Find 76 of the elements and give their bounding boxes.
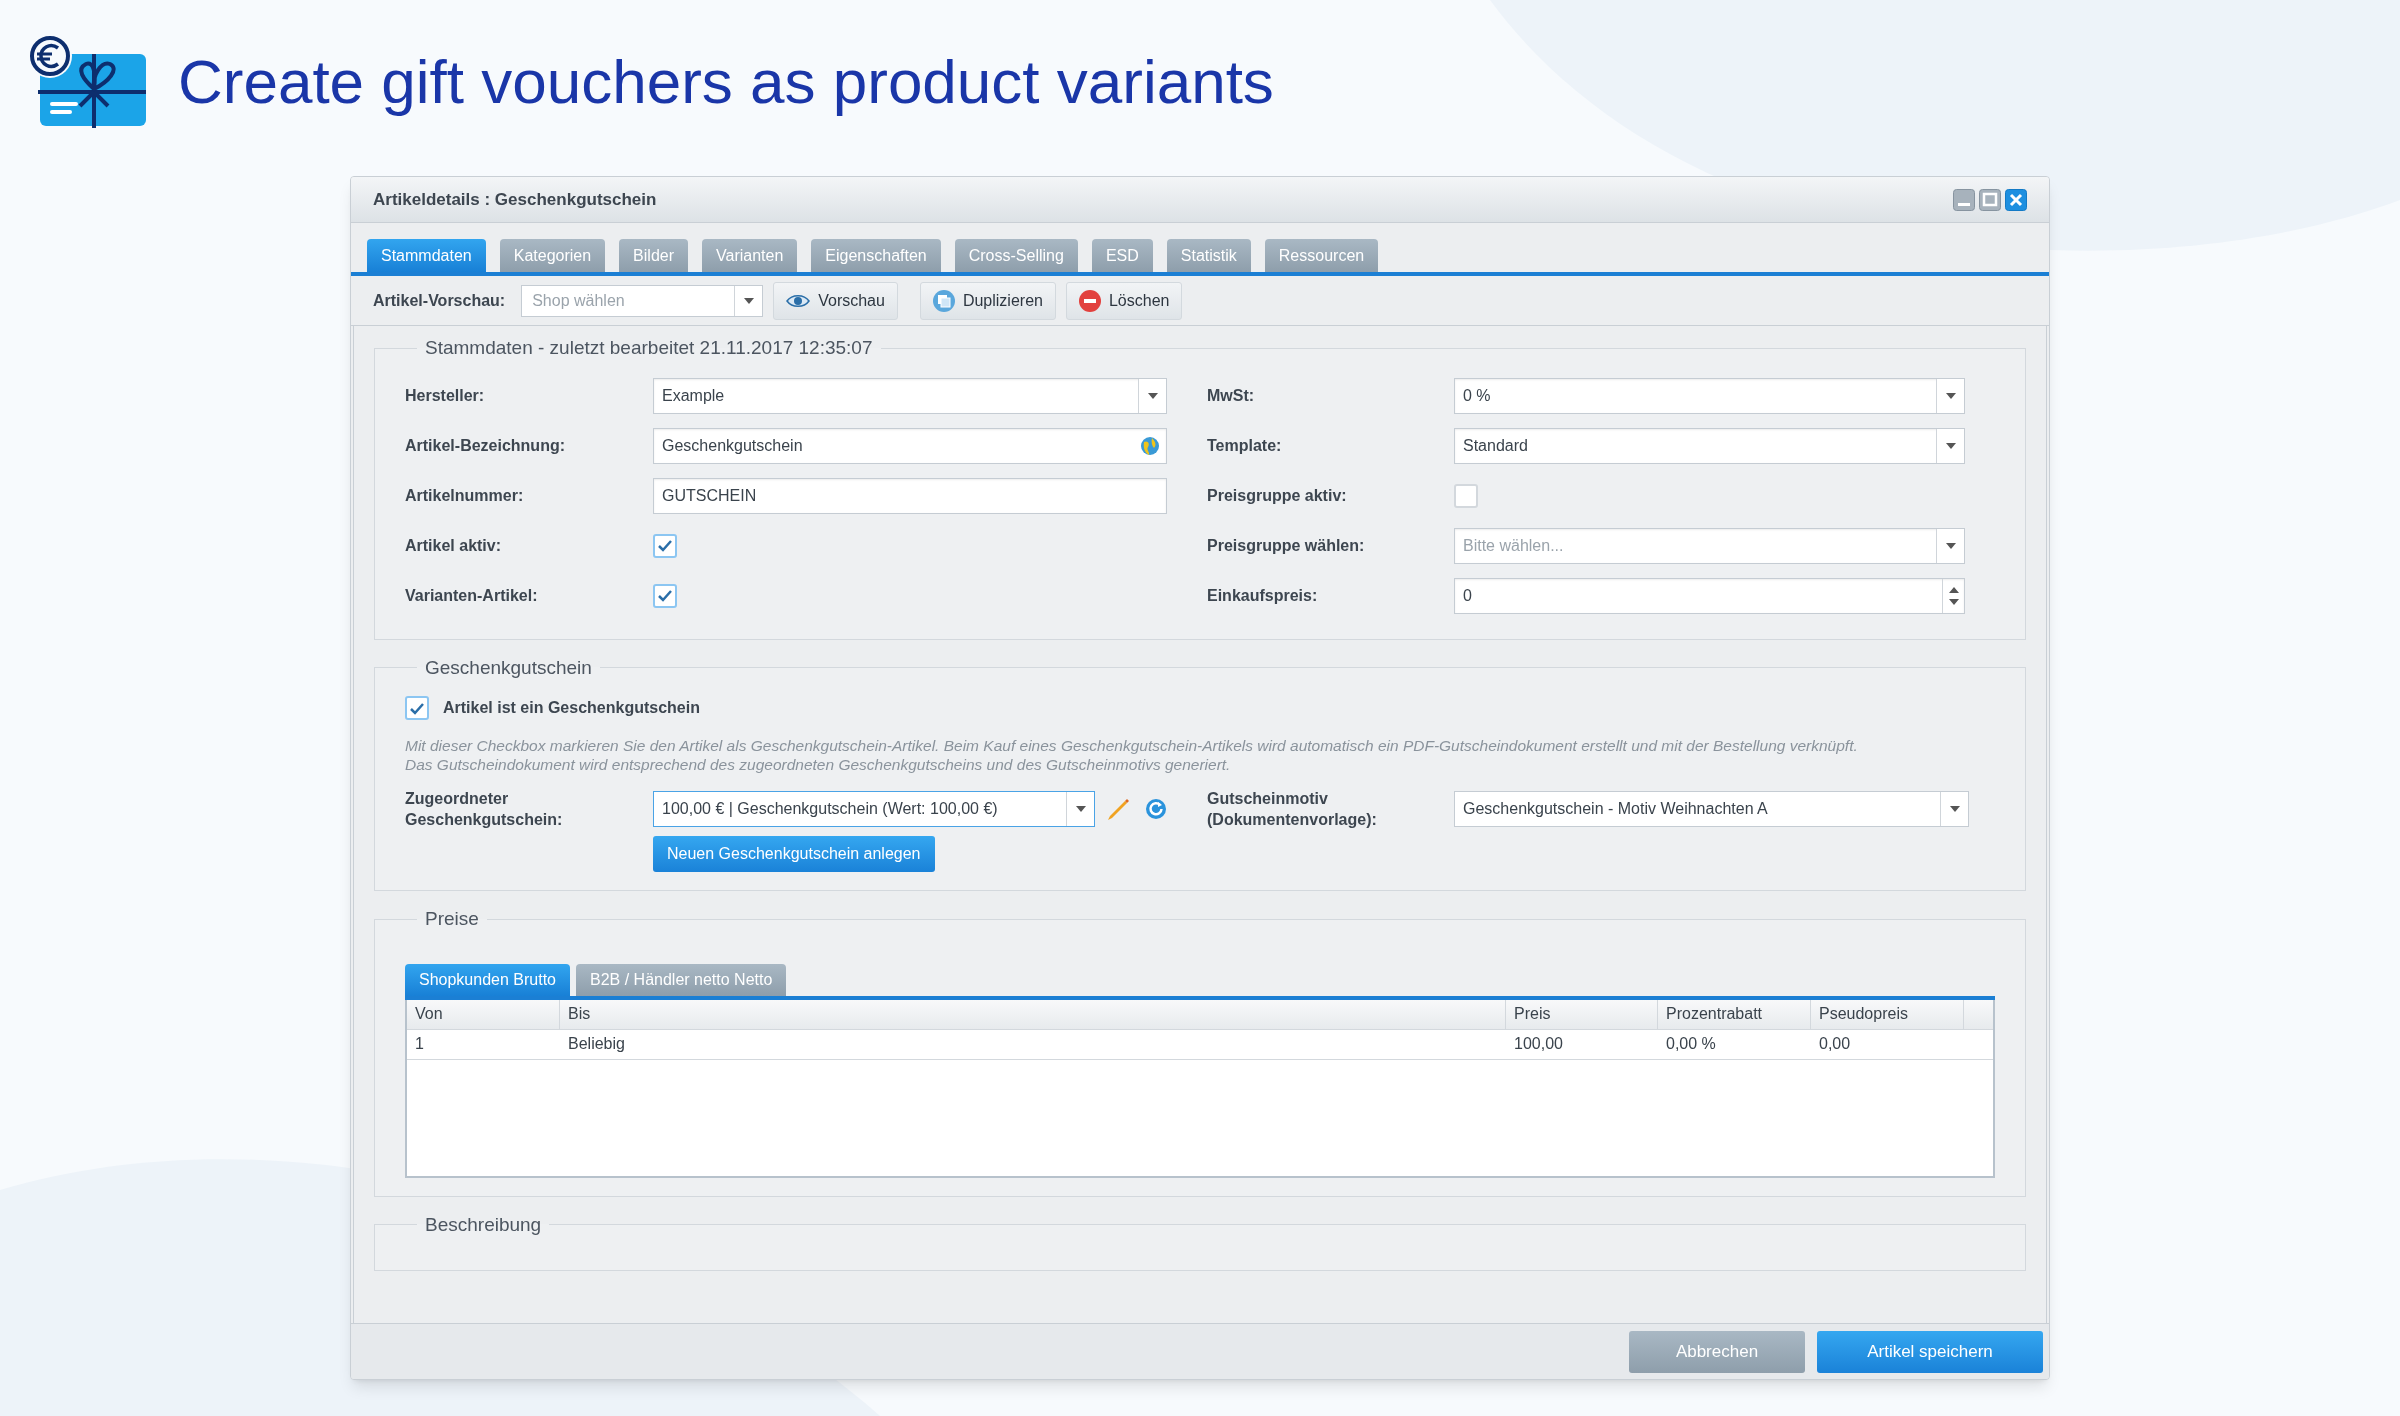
checkbox-label: Artikel ist ein Geschenkgutschein — [443, 698, 700, 718]
check-icon — [658, 589, 672, 602]
minus-icon — [1078, 289, 1101, 312]
field-value: 100,00 € | Geschenkgutschein (Wert: 100,00 €) — [661, 799, 999, 819]
checkbox[interactable] — [1454, 483, 1478, 508]
globe-icon — [1140, 435, 1160, 456]
column-header[interactable]: Pseudopreis — [1811, 999, 1964, 1029]
field-label: Artikel aktiv: — [405, 536, 503, 556]
checkbox[interactable] — [653, 583, 677, 608]
field-label: MwSt: — [1207, 386, 1256, 406]
input-field[interactable]: 0 — [1454, 577, 1965, 614]
field-value: 0 — [1462, 585, 1473, 606]
table-cell-text: 100,00 — [1513, 1034, 1564, 1054]
section-title: Beschreibung — [424, 1212, 543, 1237]
table-cell-text: 0,00 % — [1665, 1034, 1717, 1054]
field-label: Zugeordneter Geschenkgutschein: — [405, 789, 564, 830]
maximize-icon — [1979, 188, 2001, 211]
field-label: Artikelnummer: — [405, 486, 525, 506]
field-label: Varianten-Artikel: — [405, 586, 539, 606]
field-label: Template: — [1207, 436, 1283, 456]
field-label: Artikel-Bezeichnung: — [405, 436, 566, 456]
dropdown-arrow-icon — [1949, 806, 1960, 812]
field-value: Geschenkgutschein — [661, 435, 804, 456]
input-field[interactable]: Geschenkgutschein — [653, 427, 1167, 464]
minimize-icon — [1953, 188, 1975, 211]
select-field[interactable]: Example — [653, 377, 1167, 414]
dropdown-arrow-icon — [1945, 442, 1956, 449]
section-title: Geschenkgutschein — [424, 655, 593, 680]
column-header[interactable]: Von — [407, 999, 560, 1029]
dropdown-arrow-icon — [1147, 392, 1158, 399]
field-label: Hersteller: — [405, 386, 486, 406]
spinner-icon — [1948, 586, 1959, 605]
check-icon — [410, 701, 424, 715]
table-cell-text: 1 — [414, 1034, 425, 1054]
field-value: Geschenkgutschein - Motiv Weihnachten A — [1462, 799, 1769, 819]
column-header[interactable]: Bis — [560, 999, 1506, 1029]
dropdown-arrow-icon — [1075, 806, 1086, 812]
dropdown-arrow-icon — [1945, 542, 1956, 549]
input-field[interactable]: GUTSCHEIN — [653, 477, 1167, 514]
help-text: Mit dieser Checkbox markieren Sie den Artikel als Geschenkgutschein-Artikel. Beim Kauf eines Geschenkgutschein-Artikels wird automatisch ein PDF-Gutscheindokument erstellt und mit der Bestellung verknüpft. Das Gutscheindokument wird entsprechend des zugeordneten Geschenkgutscheins und des Gutscheinmotivs generiert. — [405, 736, 1859, 774]
toolbar-button[interactable]: Löschen — [1065, 281, 1183, 320]
select-field[interactable]: Standard — [1454, 427, 1965, 464]
check-icon — [658, 539, 672, 552]
select-field[interactable]: Geschenkgutschein - Motiv Weihnachten A — [1454, 791, 1969, 827]
table-cell-text: 0,00 — [1818, 1034, 1852, 1054]
checkbox[interactable] — [653, 533, 677, 558]
field-value: Example — [661, 385, 726, 406]
field-value: Standard — [1462, 435, 1529, 456]
window-title: Artikeldetails : Geschenkgutschein — [373, 188, 657, 211]
field-value: 0 % — [1462, 385, 1492, 406]
gift-card-icon — [28, 34, 148, 130]
close-icon — [2005, 188, 2027, 211]
field-label: Einkaufspreis: — [1207, 586, 1319, 606]
select-field[interactable]: 0 % — [1454, 377, 1965, 414]
field-label: Preisgruppe aktiv: — [1207, 486, 1348, 506]
field-label: Artikel-Vorschau: — [373, 290, 506, 311]
placeholder-text: Shop wählen — [531, 290, 626, 311]
select-field[interactable]: 100,00 € | Geschenkgutschein (Wert: 100,00 €) — [653, 791, 1095, 827]
toolbar-button[interactable]: Vorschau — [773, 281, 898, 320]
table-cell-text: Beliebig — [567, 1034, 626, 1054]
dropdown-arrow-icon — [1945, 392, 1956, 399]
field-label: Gutscheinmotiv (Dokumentenvorlage): — [1207, 789, 1378, 830]
dropdown-arrow-icon — [743, 297, 754, 304]
column-header[interactable]: Prozentrabatt — [1658, 999, 1811, 1029]
field-label: Preisgruppe wählen: — [1207, 536, 1366, 556]
section-title: Stammdaten - zuletzt bearbeitet 21.11.2017 12:35:07 — [424, 336, 874, 360]
toolbar-button[interactable]: Duplizieren — [919, 281, 1056, 320]
copy-icon — [932, 289, 955, 312]
placeholder-text: Bitte wählen... — [1462, 535, 1565, 556]
refresh-icon — [1145, 798, 1167, 820]
field-value: GUTSCHEIN — [661, 485, 758, 506]
pencil-icon — [1107, 797, 1131, 821]
column-header[interactable]: Preis — [1506, 999, 1658, 1029]
checkbox[interactable] — [405, 696, 429, 720]
eye-icon — [786, 292, 811, 309]
section-title: Preise — [424, 907, 480, 931]
